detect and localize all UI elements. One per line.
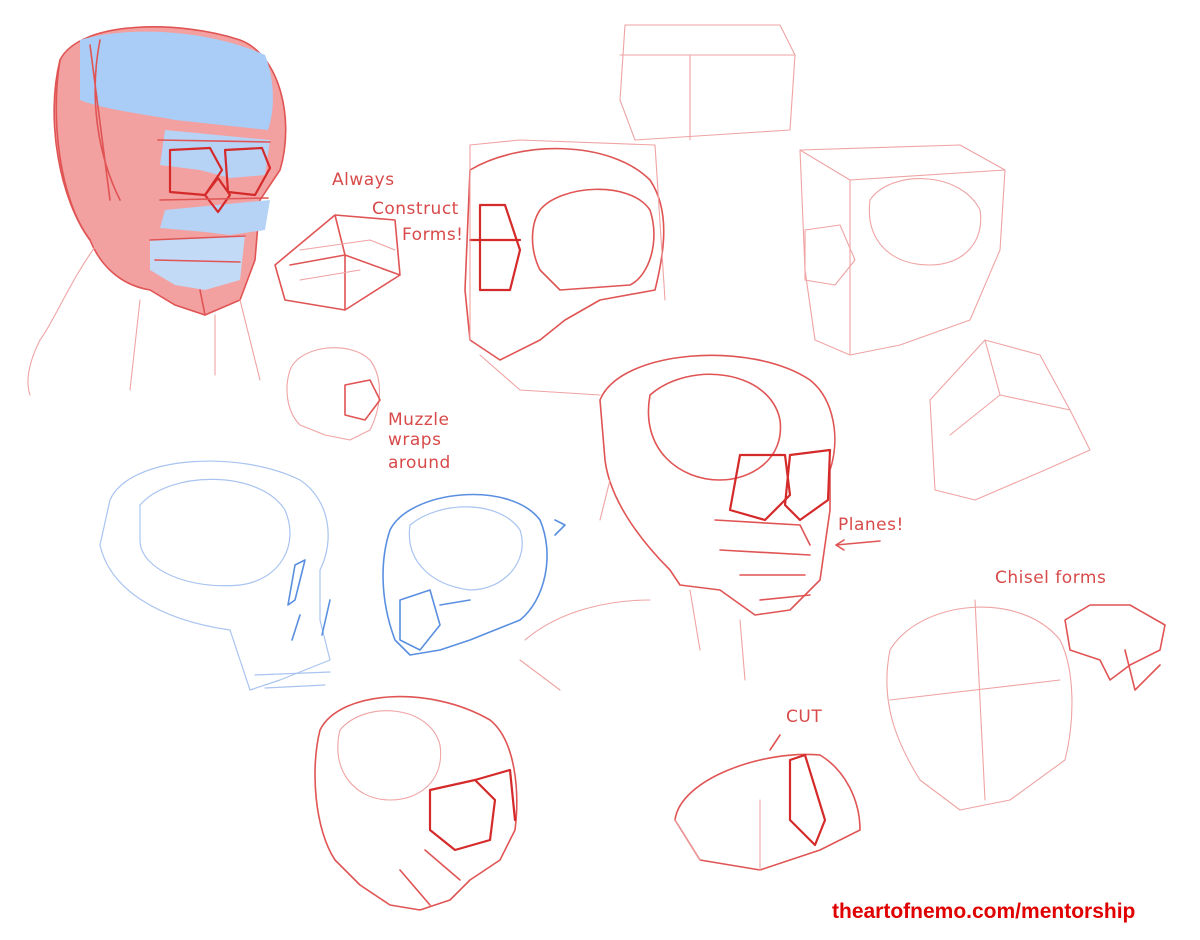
skull-sketch-blue-side <box>99 460 331 691</box>
skull-sketch-three-quarter-box <box>799 144 1006 356</box>
cut-sketch <box>674 734 861 871</box>
mentorship-credit: theartofnemo.com/mentorship <box>832 900 1136 923</box>
sketch-sheet: Always Construct Forms! Muzzle wraps aro… <box>27 24 1166 911</box>
chisel-sketch <box>886 599 1166 811</box>
box-sketch-top <box>619 24 796 141</box>
annotation-muzzle-line1: Muzzle <box>388 410 449 430</box>
annotation-cut: CUT <box>786 707 822 727</box>
skull-sketch-bottom <box>314 695 518 911</box>
annotation-muzzle-line2: wraps <box>388 430 441 450</box>
annotation-construct: Construct <box>372 199 459 219</box>
box-sketch-construct <box>274 214 401 311</box>
skull-sketch-small <box>286 347 381 441</box>
annotation-planes: Planes! <box>838 515 904 535</box>
annotation-forms: Forms! <box>402 225 464 245</box>
annotation-muzzle-line3: around <box>388 453 451 473</box>
annotation-always: Always <box>332 170 395 190</box>
skull-sketch-profile-box <box>464 139 666 396</box>
annotation-chisel-forms: Chisel forms <box>995 568 1106 588</box>
skull-sketch-colored <box>27 26 287 396</box>
box-sketch-right <box>929 339 1091 501</box>
skull-sketch-planes <box>519 354 881 691</box>
